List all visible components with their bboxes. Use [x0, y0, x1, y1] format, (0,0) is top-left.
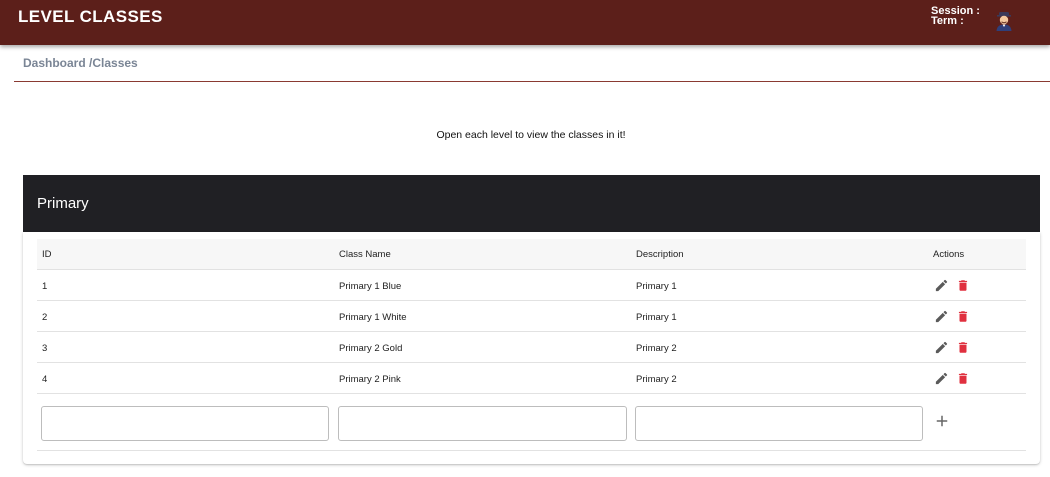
delete-icon[interactable] [956, 309, 970, 324]
add-class-button[interactable] [933, 412, 951, 430]
level-panel-body: ID Class Name Description Actions 1 Prim… [23, 232, 1040, 464]
breadcrumb: Dashboard /Classes [23, 56, 138, 70]
column-header-actions: Actions [933, 249, 965, 260]
row-id: 2 [42, 312, 48, 323]
avatar[interactable] [993, 9, 1015, 31]
table-row: 2 Primary 1 White Primary 1 [37, 301, 1026, 332]
table-row: 1 Primary 1 Blue Primary 1 [37, 270, 1026, 301]
table-header: ID Class Name Description Actions [37, 239, 1026, 270]
row-id: 3 [42, 343, 48, 354]
edit-icon[interactable] [934, 309, 949, 324]
row-class-name: Primary 1 White [339, 312, 407, 323]
row-description: Primary 2 [636, 374, 677, 385]
edit-icon[interactable] [934, 340, 949, 355]
row-class-name: Primary 1 Blue [339, 281, 402, 292]
top-app-bar: LEVEL CLASSES Session : Term : [0, 0, 1050, 45]
session-info: Session : Term : [931, 6, 980, 27]
term-label: Term : [931, 15, 964, 27]
table-row: 4 Primary 2 Pink Primary 2 [37, 363, 1026, 394]
breadcrumb-divider [14, 81, 1050, 82]
delete-icon[interactable] [956, 278, 970, 293]
new-class-name-input[interactable] [338, 406, 627, 441]
edit-icon[interactable] [934, 371, 949, 386]
row-actions [934, 278, 974, 294]
table-row: 3 Primary 2 Gold Primary 2 [37, 332, 1026, 363]
new-id-input[interactable] [41, 406, 329, 441]
level-title: Primary [37, 195, 89, 212]
page-title: LEVEL CLASSES [18, 7, 163, 26]
column-header-description: Description [636, 249, 684, 260]
row-id: 4 [42, 374, 48, 385]
edit-icon[interactable] [934, 278, 949, 293]
instruction-text: Open each level to view the classes in i… [436, 129, 626, 141]
row-class-name: Primary 2 Pink [339, 374, 401, 385]
level-panel-header[interactable]: Primary [23, 175, 1040, 232]
row-actions [934, 371, 974, 387]
column-header-class-name: Class Name [339, 249, 391, 260]
new-description-input[interactable] [635, 406, 923, 441]
row-id: 1 [42, 281, 48, 292]
new-class-row [37, 395, 1026, 451]
column-header-id: ID [42, 249, 52, 260]
delete-icon[interactable] [956, 371, 970, 386]
plus-icon [936, 415, 948, 427]
delete-icon[interactable] [956, 340, 970, 355]
row-actions [934, 309, 974, 325]
row-description: Primary 2 [636, 343, 677, 354]
row-actions [934, 340, 974, 356]
row-description: Primary 1 [636, 281, 677, 292]
row-description: Primary 1 [636, 312, 677, 323]
row-class-name: Primary 2 Gold [339, 343, 403, 354]
